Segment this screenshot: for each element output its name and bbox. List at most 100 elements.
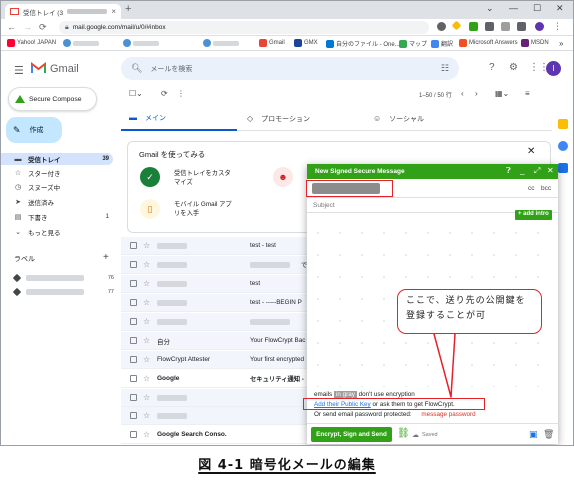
close-icon[interactable]: ✕ xyxy=(547,166,554,175)
row-checkbox[interactable] xyxy=(130,356,137,363)
forward-button[interactable]: → xyxy=(23,22,32,32)
label-item[interactable]: 76 xyxy=(12,273,114,283)
star-icon[interactable]: ☆ xyxy=(143,279,150,288)
card-item-customize[interactable]: 受信トレイをカスタマイズ xyxy=(174,169,234,187)
window-chevron-icon[interactable]: ⌄ xyxy=(486,3,494,14)
search-options-icon[interactable]: ☷ xyxy=(441,63,449,74)
sidebar-item-snoozed[interactable]: ◷ スヌーズ中 xyxy=(1,181,113,193)
sidebar-item-drafts[interactable]: ▤ 下書き 1 xyxy=(1,211,113,223)
bookmark-item[interactable] xyxy=(63,39,99,47)
eye-icon[interactable] xyxy=(437,22,446,31)
tab-promotions[interactable]: ◇ プロモーション xyxy=(239,106,310,131)
browser-tab[interactable]: 受信トレイ (39) - × xyxy=(5,4,121,19)
search-icon[interactable]: 🔍︎ xyxy=(131,63,142,74)
unread-count: 39 xyxy=(102,156,109,162)
row-checkbox[interactable] xyxy=(130,412,137,419)
density-icon[interactable]: ≡ xyxy=(525,89,530,98)
minimize-icon[interactable]: _ xyxy=(520,166,524,175)
add-intro-button[interactable]: + add intro xyxy=(515,210,552,220)
sidebar-item-starred[interactable]: ☆ スター付き xyxy=(1,167,113,179)
bookmark-item[interactable]: Yahoo! JAPAN xyxy=(7,39,56,47)
save-draft-icon[interactable]: ▣ xyxy=(529,429,538,440)
input-tools-icon[interactable]: ▦⌄ xyxy=(495,89,509,98)
cc-link[interactable]: cc xyxy=(528,185,535,192)
reading-list-icon[interactable] xyxy=(501,22,510,31)
bookmark-item[interactable] xyxy=(123,39,159,47)
next-page-icon[interactable]: › xyxy=(475,89,478,98)
star-icon[interactable]: ☆ xyxy=(143,336,150,345)
star-icon[interactable]: ☆ xyxy=(143,241,150,250)
row-checkbox[interactable] xyxy=(130,261,137,268)
bookmark-item[interactable]: Gmail xyxy=(259,39,285,47)
row-checkbox[interactable] xyxy=(130,375,137,382)
sidebar-item-inbox[interactable]: ▬ 受信トレイ 39 xyxy=(1,153,113,165)
main-menu-icon[interactable]: ☰ xyxy=(14,64,24,77)
keep-icon[interactable] xyxy=(558,119,568,129)
bookmarks-more-icon[interactable]: » xyxy=(559,39,563,48)
avatar[interactable]: I xyxy=(546,61,561,76)
star-icon[interactable]: ☆ xyxy=(143,317,150,326)
bookmark-item[interactable]: 翻訳 xyxy=(431,39,453,48)
compose-button[interactable]: ✎ 作成 xyxy=(6,117,62,143)
attach-icon[interactable]: ⛓︎ xyxy=(397,428,410,439)
star-icon[interactable]: ☆ xyxy=(143,411,150,420)
more-actions-icon[interactable]: ⋮ xyxy=(177,89,185,98)
row-checkbox[interactable] xyxy=(130,318,137,325)
row-checkbox[interactable] xyxy=(130,242,137,249)
tab-primary[interactable]: ▬ メイン xyxy=(121,106,237,131)
bookmark-item[interactable] xyxy=(203,39,239,47)
refresh-icon[interactable]: ⟳ xyxy=(161,89,168,98)
bookmark-item[interactable]: MSDN xyxy=(521,39,549,47)
star-icon[interactable]: ☆ xyxy=(143,430,150,439)
sidebar-icon[interactable] xyxy=(517,22,526,31)
browser-menu-icon[interactable]: ⋮ xyxy=(553,21,562,31)
bcc-link[interactable]: bcc xyxy=(541,185,551,192)
maximize-button[interactable]: ☐ xyxy=(533,3,541,14)
help-icon[interactable]: ❓︎ xyxy=(506,166,511,176)
message-password-link[interactable]: message password xyxy=(421,411,475,418)
bookmark-item[interactable]: Microsoft Answers xyxy=(459,39,518,47)
flowcrypt-extension-icon[interactable] xyxy=(469,22,478,31)
row-checkbox[interactable] xyxy=(130,431,137,438)
star-icon[interactable]: ☆ xyxy=(143,355,150,364)
encrypt-sign-send-button[interactable]: Encrypt, Sign and Send xyxy=(311,427,392,442)
row-checkbox[interactable] xyxy=(130,280,137,287)
help-icon[interactable]: ? xyxy=(489,62,495,73)
settings-gear-icon[interactable]: ⚙ xyxy=(509,62,518,73)
star-icon[interactable]: ☆ xyxy=(143,260,150,269)
row-checkbox[interactable] xyxy=(130,394,137,401)
select-all-checkbox[interactable]: ☐⌄ xyxy=(129,89,143,98)
trash-icon[interactable]: 🗑︎ xyxy=(543,429,554,440)
bookmark-item[interactable]: 自分のファイル - One... xyxy=(326,39,400,48)
star-icon[interactable]: ☆ xyxy=(143,298,150,307)
tasks-icon[interactable] xyxy=(558,141,568,151)
close-icon[interactable]: ✕ xyxy=(527,146,535,157)
contacts-icon[interactable] xyxy=(558,163,568,173)
card-item-mobile[interactable]: モバイル Gmail アプリを入手 xyxy=(174,200,234,218)
row-checkbox[interactable] xyxy=(130,337,137,344)
profile-icon[interactable] xyxy=(535,22,544,31)
add-label-button[interactable]: + xyxy=(103,252,109,263)
bookmark-star-icon[interactable] xyxy=(451,20,462,31)
bookmark-item[interactable]: GMX xyxy=(294,39,318,47)
minimize-button[interactable]: — xyxy=(509,3,518,13)
bookmark-item[interactable]: マップ xyxy=(399,39,427,48)
expand-icon[interactable]: ⤢ xyxy=(534,166,540,176)
secure-compose-button[interactable]: Secure Compose xyxy=(8,87,97,111)
url-field[interactable]: 🔒︎ mail.google.com/mail/u/0/#inbox xyxy=(59,21,429,34)
sidebar-item-more[interactable]: ⌄ もっと見る xyxy=(1,226,113,238)
tab-close-icon[interactable]: × xyxy=(111,7,116,16)
prev-page-icon[interactable]: ‹ xyxy=(461,89,464,98)
close-window-button[interactable]: ✕ xyxy=(556,3,564,14)
new-tab-button[interactable]: + xyxy=(125,3,131,15)
tab-social[interactable]: ☺ ソーシャル xyxy=(365,106,424,131)
back-button[interactable]: ← xyxy=(7,22,16,32)
extensions-icon[interactable] xyxy=(485,22,494,31)
search-input[interactable]: 🔍︎ メールを検索 ☷ xyxy=(121,57,459,80)
row-checkbox[interactable] xyxy=(130,299,137,306)
label-item[interactable]: 77 xyxy=(12,287,114,297)
star-icon[interactable]: ☆ xyxy=(143,393,150,402)
reload-button[interactable]: ⟳ xyxy=(39,22,47,33)
star-icon[interactable]: ☆ xyxy=(143,374,150,383)
sidebar-item-sent[interactable]: ➤ 送信済み xyxy=(1,196,113,208)
